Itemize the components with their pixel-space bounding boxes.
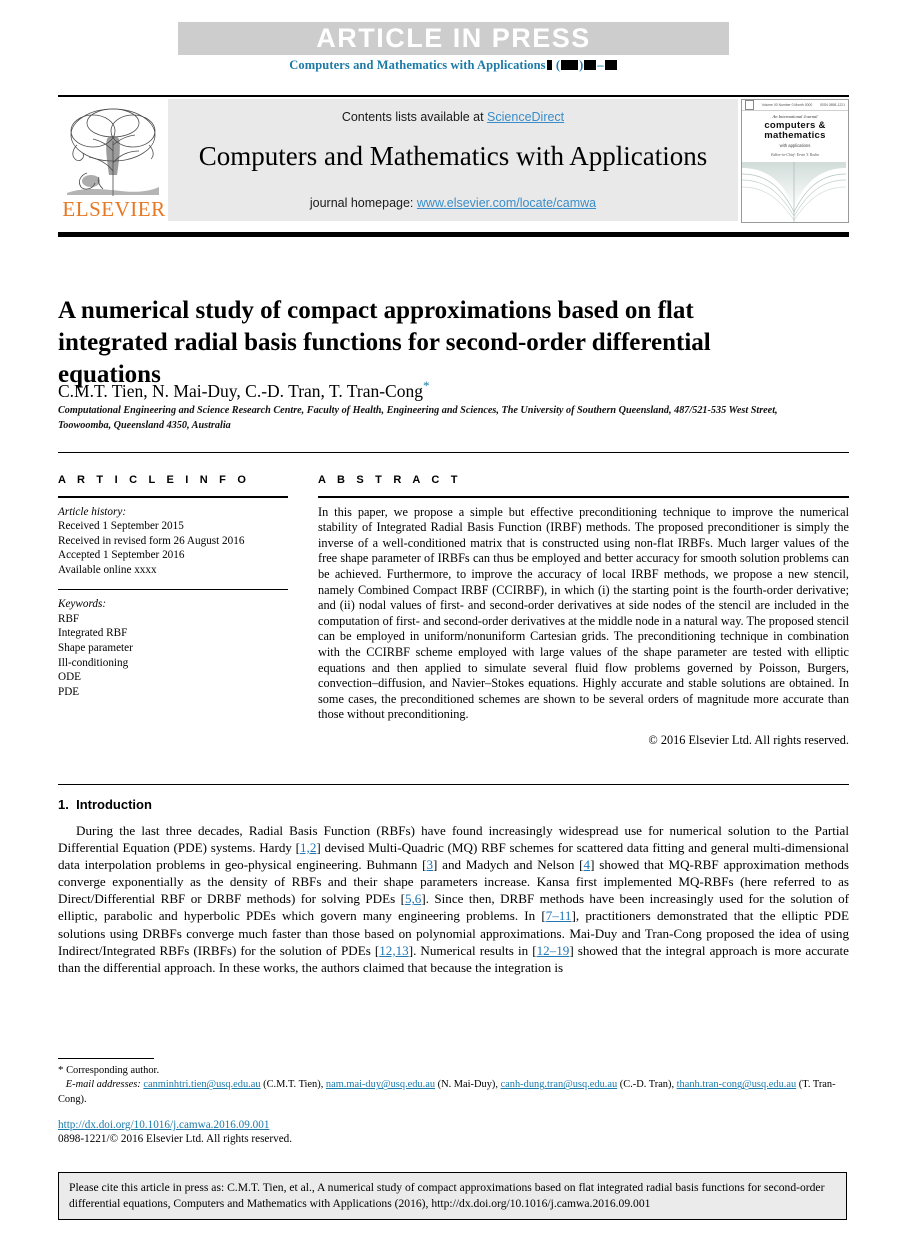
keywords-block: Keywords: RBF Integrated RBF Shape param…	[58, 597, 288, 699]
cover-subtitle: An International Journal	[772, 114, 818, 119]
email-link[interactable]: thanh.tran-cong@usq.edu.au	[677, 1079, 797, 1090]
article-info-column: A R T I C L E I N F O Article history: R…	[58, 474, 288, 699]
volume-placeholder	[546, 60, 552, 71]
footnote-rule	[58, 1058, 154, 1059]
keyword-item: ODE	[58, 671, 81, 684]
cover-secondary-subtitle: with applications	[779, 143, 811, 148]
cover-issn-text: ISSN 0898-1221	[819, 103, 845, 107]
journal-cover-thumbnail: Volume 00 Number 0 Month 0000 ISSN 0898-…	[741, 99, 849, 223]
article-history-label: Article history:	[58, 505, 127, 518]
sciencedirect-link[interactable]: ScienceDirect	[487, 110, 564, 124]
citation-link[interactable]: 12–19	[537, 943, 570, 958]
masthead-top-rule	[58, 95, 849, 97]
keyword-item: RBF	[58, 612, 80, 625]
corresponding-author-text: Corresponding author.	[66, 1065, 160, 1076]
journal-homepage-link[interactable]: www.elsevier.com/locate/camwa	[417, 196, 596, 210]
cover-elsevier-icon	[745, 100, 754, 110]
keyword-item: PDE	[58, 685, 80, 698]
citation-link[interactable]: 7–11	[546, 908, 572, 923]
cover-title-line2: mathematics	[764, 130, 826, 141]
citation-link[interactable]: 1,2	[300, 840, 316, 855]
page-start-placeholder	[584, 60, 597, 71]
corresponding-author-note: * Corresponding author.	[58, 1063, 849, 1078]
doi-link[interactable]: http://dx.doi.org/10.1016/j.camwa.2016.0…	[58, 1119, 269, 1131]
affiliation: Computational Engineering and Science Re…	[58, 405, 778, 431]
introduction-body: During the last three decades, Radial Ba…	[58, 822, 849, 976]
email-owner: (N. Mai-Duy)	[437, 1079, 496, 1091]
keyword-item: Ill-conditioning	[58, 656, 129, 669]
intro-text: ]. Numerical results in [	[408, 942, 537, 958]
contents-available-prefix: Contents lists available at	[341, 110, 488, 124]
article-in-press-band: ARTICLE IN PRESS	[178, 22, 729, 55]
page-title: A numerical study of compact approximati…	[58, 296, 711, 388]
page-end-placeholder	[604, 60, 617, 71]
email-addresses-note: E-mail addresses: canminhtri.tien@usq.ed…	[58, 1079, 836, 1105]
article-history-item: Accepted 1 September 2016	[58, 549, 185, 562]
contents-available-line: Contents lists available at ScienceDirec…	[168, 110, 738, 124]
elsevier-logo: ELSEVIER	[58, 99, 168, 224]
author-list: C.M.T. Tien, N. Mai-Duy, C.-D. Tran, T. …	[58, 378, 818, 402]
keywords-label: Keywords:	[58, 598, 107, 611]
article-info-rule	[58, 496, 288, 498]
email-link[interactable]: nam.mai-duy@usq.edu.au	[326, 1079, 435, 1090]
footnote-block: * Corresponding author. E-mail addresses…	[58, 1063, 849, 1107]
elsevier-wordmark: ELSEVIER	[62, 197, 166, 221]
introduction-top-rule	[58, 784, 849, 786]
article-info-heading: A R T I C L E I N F O	[58, 474, 251, 486]
intro-text: ] and Madych and Nelson [	[433, 857, 584, 873]
email-label: E-mail addresses:	[65, 1079, 141, 1091]
cover-title: computers & mathematics	[742, 121, 848, 141]
journal-homepage-line: journal homepage: www.elsevier.com/locat…	[168, 196, 738, 210]
abstract-column: A B S T R A C T In this paper, we propos…	[318, 474, 849, 748]
elsevier-tree-icon	[67, 108, 159, 196]
section-heading-introduction: 1. Introduction	[58, 797, 152, 812]
masthead-bottom-rule	[58, 232, 849, 237]
corresponding-author-marker: *	[422, 378, 430, 393]
keywords-rule	[58, 588, 288, 591]
year-placeholder	[561, 60, 579, 71]
journal-running-head-title: Computers and Mathematics with Applicati…	[289, 58, 546, 72]
journal-title: Computers and Mathematics with Applicati…	[198, 141, 708, 171]
cover-artwork-icon	[742, 162, 846, 222]
cover-volume-text: Volume 00 Number 0 Month 0000	[761, 103, 813, 107]
masthead: ELSEVIER Contents lists available at Sci…	[58, 99, 849, 224]
article-history-block: Article history: Received 1 September 20…	[58, 505, 288, 578]
email-owner: (C.-D. Tran)	[619, 1079, 672, 1091]
email-owner: (C.M.T. Tien)	[263, 1079, 321, 1091]
abstract-text: In this paper, we propose a simple but e…	[318, 504, 849, 722]
article-history-item: Available online xxxx	[58, 563, 157, 576]
issn-copyright-line: 0898-1221/© 2016 Elsevier Ltd. All right…	[58, 1133, 293, 1145]
email-link[interactable]: canh-dung.tran@usq.edu.au	[501, 1079, 618, 1090]
cite-this-article-box: Please cite this article in press as: C.…	[58, 1172, 847, 1220]
section-number: 1.	[58, 797, 69, 812]
article-history-item: Received in revised form 26 August 2016	[58, 534, 245, 547]
doi-line: http://dx.doi.org/10.1016/j.camwa.2016.0…	[58, 1119, 269, 1131]
asterisk-icon: *	[58, 1064, 64, 1076]
keyword-item: Integrated RBF	[58, 627, 128, 640]
journal-running-head: Computers and Mathematics with Applicati…	[0, 58, 907, 73]
cover-editor-line: Editor-in-Chief: Ervin Y. Rodin	[771, 153, 819, 157]
introduction-paragraph: During the last three decades, Radial Ba…	[58, 822, 849, 976]
abstract-heading: A B S T R A C T	[318, 474, 462, 486]
abstract-rule	[318, 496, 849, 498]
cover-top-bar: Volume 00 Number 0 Month 0000 ISSN 0898-…	[742, 100, 848, 111]
abstract-copyright: © 2016 Elsevier Ltd. All rights reserved…	[648, 732, 849, 747]
citation-link[interactable]: 12,13	[379, 943, 408, 958]
section-title: Introduction	[76, 797, 152, 812]
article-in-press-label: ARTICLE IN PRESS	[316, 23, 591, 53]
info-top-rule	[58, 452, 849, 454]
author-names: C.M.T. Tien, N. Mai-Duy, C.-D. Tran, T. …	[58, 380, 423, 401]
keyword-item: Shape parameter	[58, 641, 133, 654]
journal-homepage-prefix: journal homepage:	[309, 196, 417, 210]
citation-link[interactable]: 5,6	[405, 891, 421, 906]
article-page: ARTICLE IN PRESS Computers and Mathemati…	[0, 0, 907, 1238]
article-history-item: Received 1 September 2015	[58, 520, 184, 533]
masthead-panel: Contents lists available at ScienceDirec…	[168, 99, 738, 221]
email-link[interactable]: canminhtri.tien@usq.edu.au	[143, 1079, 260, 1090]
